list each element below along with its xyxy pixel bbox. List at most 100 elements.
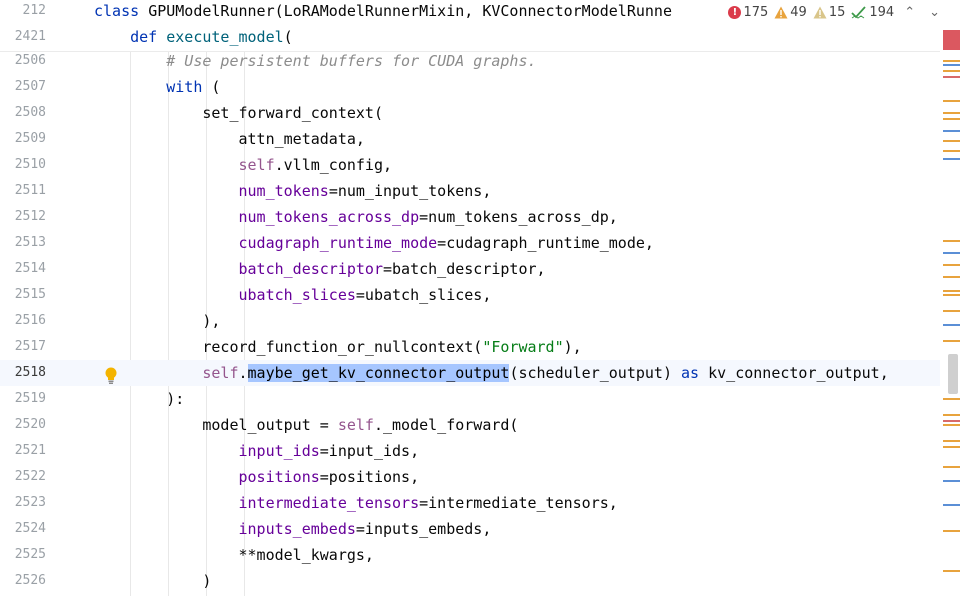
code-line[interactable]: 2515 ubatch_slices=ubatch_slices, — [0, 282, 940, 308]
error-stripe-marker[interactable] — [943, 290, 960, 292]
error-stripe-marker[interactable] — [943, 440, 960, 442]
line-number[interactable]: 2513 — [0, 230, 46, 256]
line-number[interactable]: 2522 — [0, 464, 46, 490]
code-text[interactable]: num_tokens=num_input_tokens, — [94, 178, 491, 204]
error-stripe-marker[interactable] — [943, 414, 960, 416]
error-stripe-marker[interactable] — [943, 252, 960, 254]
code-line[interactable]: 2511 num_tokens=num_input_tokens, — [0, 178, 940, 204]
code-text[interactable]: batch_descriptor=batch_descriptor, — [94, 256, 545, 282]
chevron-up-icon[interactable]: ⌃ — [900, 5, 919, 20]
code-line[interactable]: 2522 positions=positions, — [0, 464, 940, 490]
line-number[interactable]: 2516 — [0, 308, 46, 334]
scrollbar-thumb[interactable] — [948, 354, 958, 394]
errors-counter[interactable]: ! 175 — [728, 5, 768, 20]
error-stripe-marker[interactable] — [943, 60, 960, 62]
error-stripe-marker[interactable] — [943, 64, 960, 66]
error-stripe-marker[interactable] — [943, 264, 960, 266]
code-line[interactable]: 2509 attn_metadata, — [0, 126, 940, 152]
code-text[interactable]: with ( — [94, 74, 220, 100]
error-stripe-marker[interactable] — [943, 340, 960, 342]
typos-counter[interactable]: 194 — [851, 5, 894, 20]
error-stripe-marker[interactable] — [943, 530, 960, 532]
error-stripe-marker[interactable] — [943, 310, 960, 312]
code-text[interactable]: ) — [94, 568, 211, 594]
line-number[interactable]: 2509 — [0, 126, 46, 152]
error-stripe-marker[interactable] — [943, 420, 960, 422]
line-number[interactable]: 2512 — [0, 204, 46, 230]
code-line[interactable]: 2517 record_function_or_nullcontext("For… — [0, 334, 940, 360]
line-number[interactable]: 2507 — [0, 74, 46, 100]
code-text[interactable]: class GPUModelRunner(LoRAModelRunnerMixi… — [94, 0, 672, 24]
code-text[interactable]: model_output = self._model_forward( — [94, 412, 518, 438]
error-stripe-marker[interactable] — [943, 158, 960, 160]
lightbulb-icon[interactable] — [104, 367, 118, 385]
error-stripe-marker[interactable] — [943, 140, 960, 142]
line-number[interactable]: 2510 — [0, 152, 46, 178]
code-line[interactable]: 2525 **model_kwargs, — [0, 542, 940, 568]
code-text[interactable]: def execute_model( — [94, 24, 293, 50]
error-stripe-marker[interactable] — [943, 100, 960, 102]
error-stripe-marker[interactable] — [943, 570, 960, 572]
code-line[interactable]: 2526 ) — [0, 568, 940, 594]
line-number[interactable]: 2517 — [0, 334, 46, 360]
code-line[interactable]: 2513 cudagraph_runtime_mode=cudagraph_ru… — [0, 230, 940, 256]
error-stripe-marker[interactable] — [943, 480, 960, 482]
error-stripe-marker[interactable] — [943, 150, 960, 152]
code-line[interactable]: 2521 input_ids=input_ids, — [0, 438, 940, 464]
code-text[interactable]: positions=positions, — [94, 464, 419, 490]
code-line[interactable]: 2524 inputs_embeds=inputs_embeds, — [0, 516, 940, 542]
code-text[interactable]: ), — [94, 308, 220, 334]
line-number[interactable]: 212 — [0, 0, 46, 24]
line-number[interactable]: 2519 — [0, 386, 46, 412]
line-number[interactable]: 2524 — [0, 516, 46, 542]
line-number[interactable]: 2526 — [0, 568, 46, 594]
line-number[interactable]: 2520 — [0, 412, 46, 438]
code-line[interactable]: 2508 set_forward_context( — [0, 100, 940, 126]
error-stripe-marker[interactable] — [943, 240, 960, 242]
error-stripe-marker[interactable] — [943, 398, 960, 400]
code-text[interactable]: self.maybe_get_kv_connector_output(sched… — [94, 360, 889, 386]
code-line[interactable]: 2510 self.vllm_config, — [0, 152, 940, 178]
code-text[interactable]: record_function_or_nullcontext("Forward"… — [94, 334, 581, 360]
error-stripe-marker[interactable] — [943, 118, 960, 120]
error-stripe-marker[interactable] — [943, 294, 960, 296]
error-stripe-marker[interactable] — [943, 446, 960, 448]
error-stripe[interactable] — [940, 0, 960, 596]
code-line[interactable]: 2520 model_output = self._model_forward( — [0, 412, 940, 438]
code-text[interactable]: inputs_embeds=inputs_embeds, — [94, 516, 491, 542]
code-line[interactable]: 2523 intermediate_tensors=intermediate_t… — [0, 490, 940, 516]
code-line[interactable]: 2512 num_tokens_across_dp=num_tokens_acr… — [0, 204, 940, 230]
error-stripe-marker[interactable] — [943, 424, 960, 426]
line-number[interactable]: 2421 — [0, 24, 46, 50]
code-editor[interactable]: 212 class GPUModelRunner(LoRAModelRunnerM… — [0, 0, 960, 596]
code-text[interactable]: attn_metadata, — [94, 126, 364, 152]
code-text[interactable]: num_tokens_across_dp=num_tokens_across_d… — [94, 204, 617, 230]
error-stripe-marker[interactable] — [943, 324, 960, 326]
code-line-current[interactable]: 2518 self.maybe_get_kv_connector_output(… — [0, 360, 940, 386]
code-line[interactable]: 2519 ): — [0, 386, 940, 412]
line-number[interactable]: 2511 — [0, 178, 46, 204]
error-stripe-top-marker[interactable] — [943, 30, 960, 50]
code-text[interactable]: self.vllm_config, — [94, 152, 392, 178]
error-stripe-marker[interactable] — [943, 76, 960, 78]
code-line[interactable]: 2507 with ( — [0, 74, 940, 100]
warnings-counter[interactable]: 49 — [774, 5, 807, 20]
line-number[interactable]: 2523 — [0, 490, 46, 516]
error-stripe-marker[interactable] — [943, 130, 960, 132]
error-stripe-marker[interactable] — [943, 504, 960, 506]
inspection-widget[interactable]: ! 175 49 15 194 ⌃ ⌄ — [728, 0, 944, 24]
code-text[interactable]: ubatch_slices=ubatch_slices, — [94, 282, 491, 308]
error-stripe-marker[interactable] — [943, 70, 960, 72]
code-text[interactable]: **model_kwargs, — [94, 542, 373, 568]
line-number[interactable]: 2521 — [0, 438, 46, 464]
line-number[interactable]: 2514 — [0, 256, 46, 282]
line-number[interactable]: 2525 — [0, 542, 46, 568]
weak-warnings-counter[interactable]: 15 — [813, 5, 845, 20]
line-number[interactable]: 2515 — [0, 282, 46, 308]
code-text[interactable]: ): — [94, 386, 184, 412]
code-line[interactable]: 2421 def execute_model( — [0, 24, 940, 50]
code-line[interactable]: 2514 batch_descriptor=batch_descriptor, — [0, 256, 940, 282]
error-stripe-marker[interactable] — [943, 276, 960, 278]
code-line[interactable]: 2516 ), — [0, 308, 940, 334]
error-stripe-marker[interactable] — [943, 112, 960, 114]
